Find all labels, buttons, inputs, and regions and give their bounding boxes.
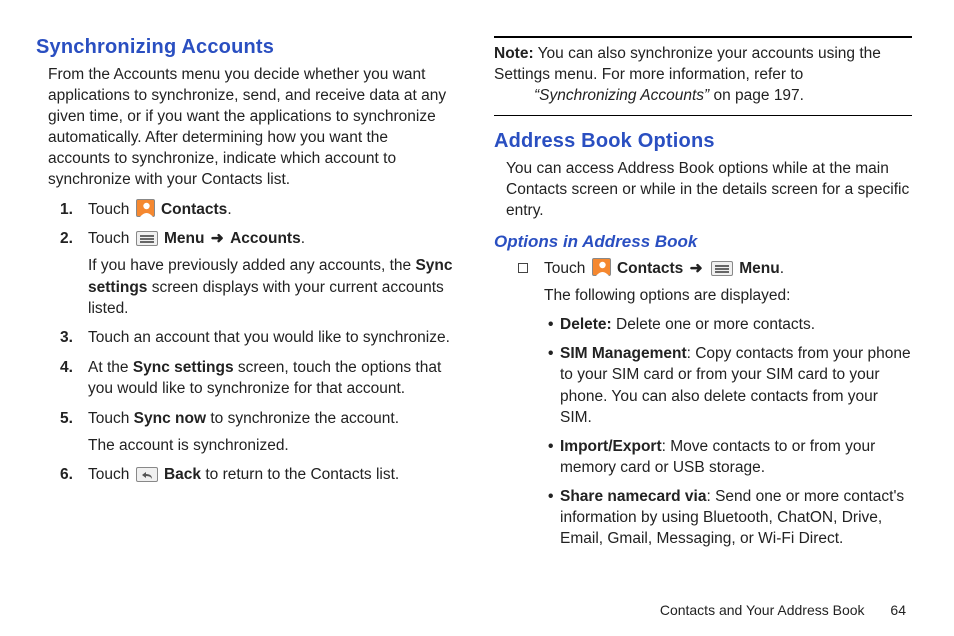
- step-6: 6. Touch Back to return to the Contacts …: [60, 464, 454, 485]
- heading-address-book: Address Book Options: [494, 130, 912, 153]
- note-box: Note: You can also synchronize your acco…: [494, 36, 912, 116]
- step-3: 3. Touch an account that you would like …: [60, 327, 454, 348]
- menu-icon: [711, 261, 733, 276]
- back-icon: [136, 467, 158, 482]
- step-1: 1. Touch Contacts.: [60, 199, 454, 220]
- options-bullets: Delete: Delete one or more contacts. SIM…: [548, 314, 912, 549]
- contacts-icon: [592, 258, 611, 276]
- note-ref: “Synchronizing Accounts”: [534, 87, 709, 104]
- intro-sync: From the Accounts menu you decide whethe…: [48, 65, 454, 191]
- option-sim: SIM Management: Copy contacts from your …: [548, 343, 912, 427]
- step-2: 2. Touch Menu ➜ Accounts. If you have pr…: [60, 228, 454, 320]
- menu-icon: [136, 231, 158, 246]
- right-column: Note: You can also synchronize your acco…: [494, 36, 912, 557]
- touch-item: Touch Contacts ➜ Menu. The following opt…: [518, 258, 912, 550]
- chapter-title: Contacts and Your Address Book: [660, 602, 865, 618]
- arrow-icon: ➜: [690, 258, 703, 279]
- step-5: 5. Touch Sync now to synchronize the acc…: [60, 408, 454, 457]
- intro-address-book: You can access Address Book options whil…: [506, 159, 912, 222]
- touch-list: Touch Contacts ➜ Menu. The following opt…: [518, 258, 912, 550]
- option-import: Import/Export: Move contacts to or from …: [548, 436, 912, 478]
- note-label: Note:: [494, 45, 534, 62]
- contacts-icon: [136, 199, 155, 217]
- step-2-sub: If you have previously added any account…: [88, 255, 454, 319]
- page-footer: Contacts and Your Address Book 64: [660, 602, 906, 618]
- page-number: 64: [890, 602, 906, 618]
- step-1-text: Touch: [88, 201, 134, 218]
- heading-sync-accounts: Synchronizing Accounts: [36, 36, 454, 59]
- step-4: 4. At the Sync settings screen, touch th…: [60, 357, 454, 400]
- steps-list: 1. Touch Contacts. 2. Touch Menu ➜ Accou…: [60, 199, 454, 486]
- contacts-label: Contacts: [161, 201, 227, 218]
- arrow-icon: ➜: [211, 228, 224, 249]
- option-share: Share namecard via: Send one or more con…: [548, 486, 912, 549]
- option-delete: Delete: Delete one or more contacts.: [548, 314, 912, 335]
- left-column: Synchronizing Accounts From the Accounts…: [36, 36, 454, 557]
- subheading-options: Options in Address Book: [494, 232, 912, 252]
